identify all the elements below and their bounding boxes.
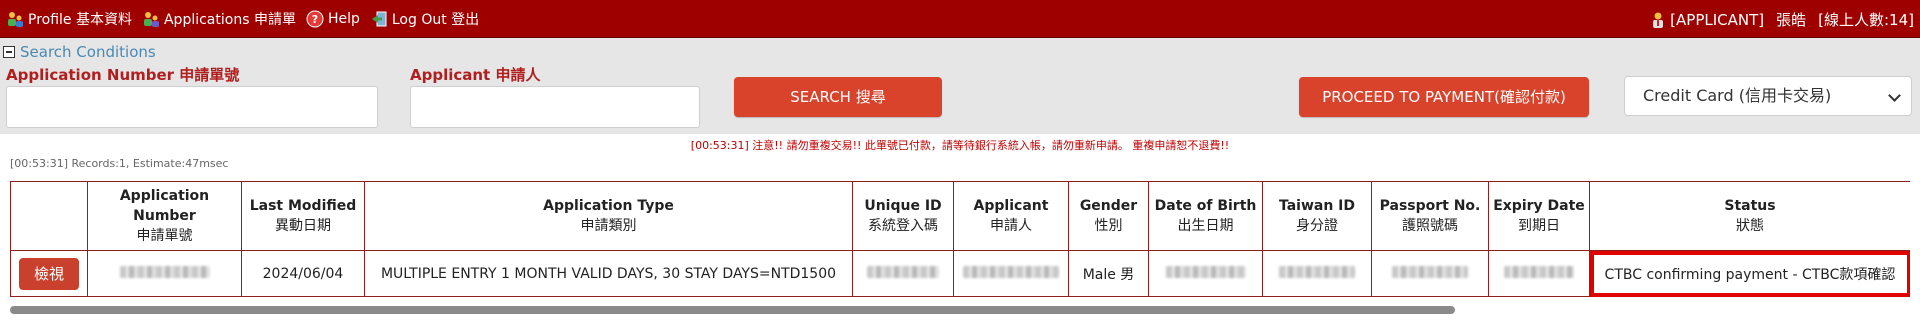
header-en: Application Number <box>119 188 210 224</box>
user-icon <box>1650 11 1666 29</box>
header-zh: 身分證 <box>1296 218 1338 234</box>
header-unique-id: Unique ID 系統登入碼 <box>852 181 954 251</box>
header-zh: 到期日 <box>1518 218 1560 234</box>
cell-actions: 檢視 <box>10 250 88 297</box>
results-table: Application Number 申請單號 Last Modified 異動日期… <box>10 181 1910 297</box>
redacted-passport-no <box>1392 265 1468 278</box>
header-passport-no: Passport No. 護照號碼 <box>1371 181 1489 251</box>
redacted-applicant <box>963 265 1059 278</box>
nav-help-label: Help <box>327 11 360 27</box>
nav-profile-label: Profile 基本資料 <box>28 12 132 28</box>
applications-icon <box>142 10 160 28</box>
header-zh: 狀態 <box>1736 218 1764 234</box>
help-icon: ? <box>306 10 324 28</box>
header-en: Taiwan ID <box>1278 198 1356 214</box>
logout-icon <box>370 10 388 28</box>
payment-method-select[interactable]: Credit Card (信用卡交易) <box>1624 76 1912 116</box>
cell-date-of-birth <box>1148 250 1263 297</box>
table-header-row: Application Number 申請單號 Last Modified 異動日期… <box>10 181 1910 251</box>
header-en: Applicant <box>973 198 1049 214</box>
cell-unique-id <box>852 250 954 297</box>
redacted-date-of-birth <box>1165 265 1246 278</box>
header-en: Expiry Date <box>1493 198 1585 214</box>
records-info: [00:53:31] Records:1, Estimate:47msec <box>10 157 229 170</box>
nav-logout-label: Log Out 登出 <box>391 12 480 28</box>
header-zh: 異動日期 <box>275 218 331 234</box>
collapse-icon <box>3 46 15 58</box>
cell-status: CTBC confirming payment - CTBC款項確認 <box>1589 250 1910 297</box>
header-status: Status 狀態 <box>1589 181 1910 251</box>
results-table-container: Application Number 申請單號 Last Modified 異動日期… <box>10 181 1910 298</box>
redacted-expiry-date <box>1504 265 1574 278</box>
main-nav: Profile 基本資料 Applications 申請單 ? Help Log… <box>6 9 489 29</box>
header-zh: 護照號碼 <box>1402 218 1458 234</box>
redacted-unique-id <box>867 265 939 278</box>
profile-icon <box>6 10 24 28</box>
application-number-label: Application Number 申請單號 <box>6 66 240 84</box>
nav-applications-label: Applications 申請單 <box>163 12 296 28</box>
nav-logout[interactable]: Log Out 登出 <box>370 9 479 29</box>
header-en: Date of Birth <box>1154 198 1257 214</box>
header-en: Gender <box>1079 198 1138 214</box>
header-en: Last Modified <box>249 198 357 214</box>
header-application-number: Application Number 申請單號 <box>87 181 242 251</box>
header-actions <box>10 181 88 251</box>
header-zh: 申請單號 <box>136 228 193 244</box>
application-number-input[interactable] <box>6 86 378 128</box>
cell-last-modified: 2024/06/04 <box>241 250 365 297</box>
cell-application-type: MULTIPLE ENTRY 1 MONTH VALID DAYS, 30 ST… <box>364 250 853 297</box>
applicant-label: Applicant 申請人 <box>410 66 541 84</box>
proceed-to-payment-button[interactable]: PROCEED TO PAYMENT(確認付款) <box>1299 77 1589 117</box>
redacted-taiwan-id <box>1279 265 1355 278</box>
search-panel: Search Conditions Application Number 申請單… <box>0 38 1920 134</box>
redacted-application-number <box>119 265 210 278</box>
svg-text:?: ? <box>312 13 318 26</box>
header-zh: 性別 <box>1094 218 1123 234</box>
header-zh: 申請類別 <box>580 218 637 234</box>
horizontal-scrollbar[interactable] <box>10 306 1455 314</box>
header-taiwan-id: Taiwan ID 身分證 <box>1262 181 1372 251</box>
cell-applicant <box>953 250 1069 297</box>
header-en: Unique ID <box>864 198 942 214</box>
header-en: Status <box>1724 198 1776 214</box>
header-date-of-birth: Date of Birth 出生日期 <box>1148 181 1263 251</box>
nav-help[interactable]: ? Help <box>306 10 360 28</box>
table-row: 檢視 2024/06/04 MULTIPLE ENTRY 1 MONTH VAL… <box>10 250 1910 297</box>
cell-taiwan-id <box>1262 250 1372 297</box>
header-expiry-date: Expiry Date 到期日 <box>1488 181 1590 251</box>
user-info: [APPLICANT] 張皓 [線上人數:14] <box>1650 9 1914 30</box>
cell-application-number <box>87 250 242 297</box>
search-conditions-toggle[interactable]: Search Conditions <box>3 43 156 61</box>
nav-profile[interactable]: Profile 基本資料 <box>6 9 132 29</box>
user-name: 張皓 <box>1776 11 1807 29</box>
chevron-down-icon <box>1888 89 1901 102</box>
header-zh: 系統登入碼 <box>868 218 938 234</box>
applicant-input[interactable] <box>410 86 700 128</box>
nav-applications[interactable]: Applications 申請單 <box>142 9 296 29</box>
header-zh: 申請人 <box>990 218 1032 234</box>
cell-expiry-date <box>1488 250 1590 297</box>
header-en: Passport No. <box>1379 198 1481 214</box>
header-en: Application Type <box>543 198 674 214</box>
cell-passport-no <box>1371 250 1489 297</box>
header-application-type: Application Type 申請類別 <box>364 181 853 251</box>
header-last-modified: Last Modified 異動日期 <box>241 181 365 251</box>
search-button[interactable]: SEARCH 搜尋 <box>734 77 942 117</box>
header-zh: 出生日期 <box>1177 218 1234 234</box>
payment-method-value: Credit Card (信用卡交易) <box>1643 86 1832 105</box>
search-conditions-label: Search Conditions <box>20 43 156 61</box>
duplicate-payment-warning: [00:53:31] 注意!! 請勿重複交易!! 此單號已付款，請等待銀行系統入… <box>690 139 1230 152</box>
cell-gender: Male 男 <box>1068 250 1149 297</box>
user-role: [APPLICANT] <box>1670 10 1765 29</box>
header-gender: Gender 性別 <box>1068 181 1149 251</box>
online-count: [線上人數:14] <box>1818 11 1914 29</box>
header-applicant: Applicant 申請人 <box>953 181 1069 251</box>
view-button[interactable]: 檢視 <box>19 257 79 290</box>
top-nav-bar: Profile 基本資料 Applications 申請單 ? Help Log… <box>0 0 1920 38</box>
